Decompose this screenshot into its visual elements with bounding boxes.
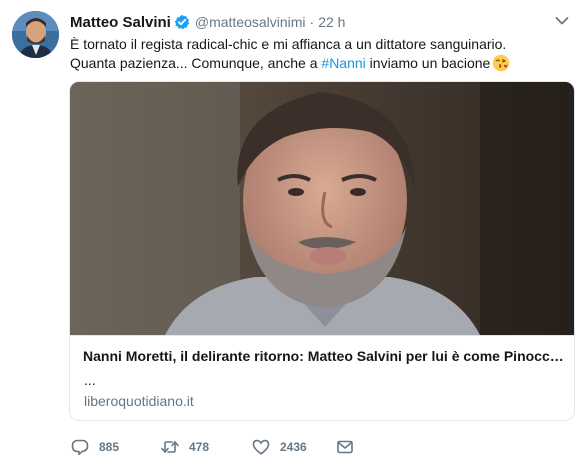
like-count: 2436	[280, 440, 307, 454]
link-card[interactable]: Nanni Moretti, il delirante ritorno: Mat…	[69, 81, 575, 421]
tweet-timestamp[interactable]: 22 h	[318, 14, 345, 30]
chevron-down-icon[interactable]	[555, 16, 569, 26]
heart-icon	[252, 439, 270, 455]
tweet-text: È tornato il regista radical-chic e mi a…	[70, 35, 575, 73]
tweet-actions: 885 478 2436	[70, 437, 365, 457]
retweet-button[interactable]: 478	[160, 437, 251, 457]
avatar-photo	[12, 11, 59, 58]
tweet-text-prefix: Quanta pazienza... Comunque, anche a	[70, 55, 322, 71]
header-separator: ·	[309, 14, 315, 30]
retweet-icon	[161, 441, 179, 453]
author-name[interactable]: Matteo Salvini	[70, 14, 171, 31]
card-photo	[70, 82, 574, 335]
card-image	[70, 82, 574, 335]
tweet: Matteo Salvini @matteosalvinimi · 22 h È…	[0, 0, 584, 467]
verified-badge-icon	[174, 14, 190, 30]
tweet-header: Matteo Salvini @matteosalvinimi · 22 h	[70, 12, 345, 32]
hashtag-link[interactable]: #Nanni	[321, 55, 365, 71]
retweet-count: 478	[189, 440, 210, 454]
envelope-icon	[337, 440, 353, 454]
reply-count: 885	[99, 440, 120, 454]
tweet-text-line-1: È tornato il regista radical-chic e mi a…	[70, 36, 507, 52]
card-description: ...	[84, 372, 96, 388]
face-blowing-kiss-icon	[493, 54, 510, 72]
card-domain: liberoquotidiano.it	[84, 393, 194, 409]
reply-button[interactable]: 885	[70, 437, 160, 457]
author-handle[interactable]: @matteosalvinimi	[195, 14, 306, 30]
card-title[interactable]: Nanni Moretti, il delirante ritorno: Mat…	[83, 348, 568, 364]
tweet-text-suffix: inviamo un bacione	[365, 55, 491, 71]
like-button[interactable]: 2436	[251, 437, 335, 457]
avatar[interactable]	[12, 11, 59, 58]
reply-icon	[71, 439, 89, 456]
direct-message-button[interactable]	[335, 437, 365, 457]
tweet-text-line-2: Quanta pazienza... Comunque, anche a #Na…	[70, 54, 575, 73]
